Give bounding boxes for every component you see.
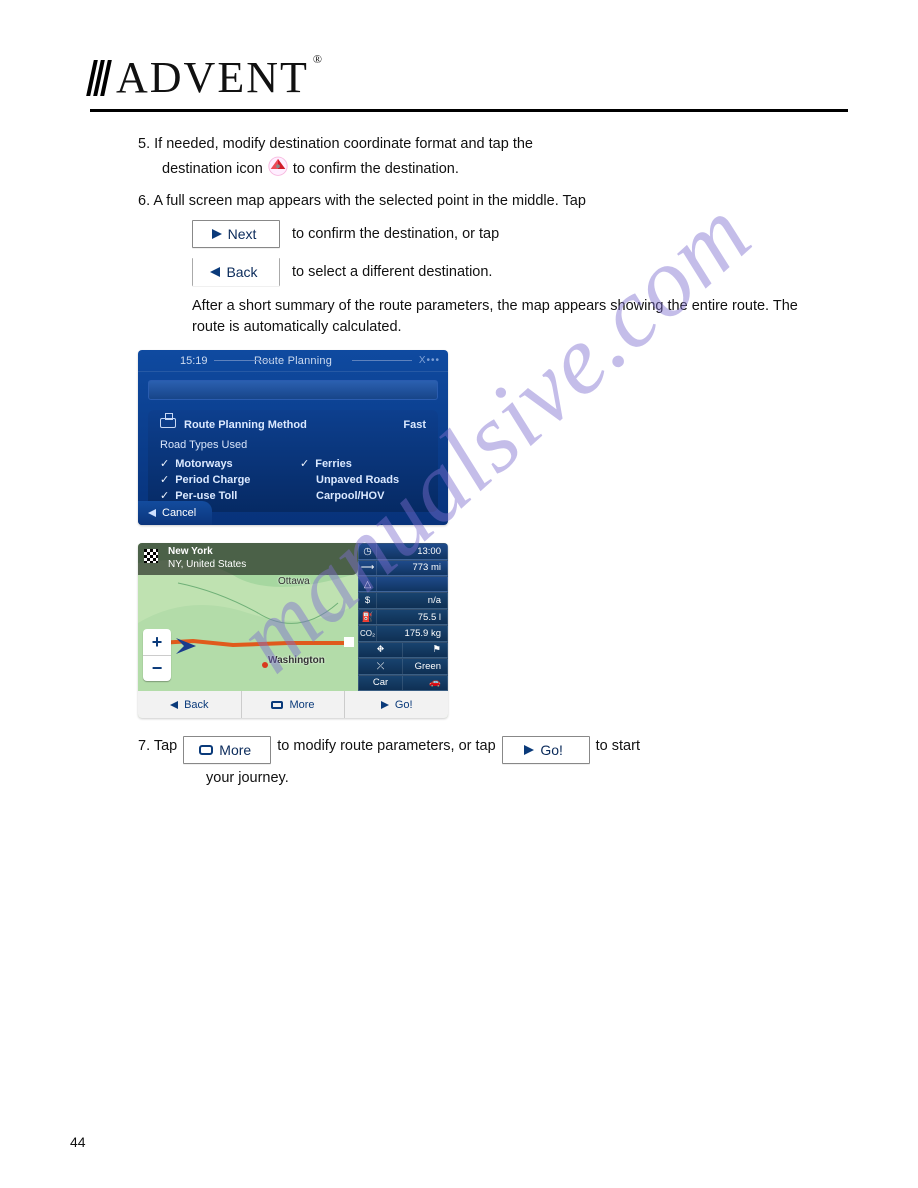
go-button[interactable]: Go!	[502, 736, 590, 764]
scr1-method-value: Fast	[403, 419, 426, 431]
scr2-green: Green	[403, 659, 447, 673]
more-button[interactable]: More	[183, 736, 271, 764]
scr1-opt-period: Period Charge	[175, 474, 250, 486]
more-icon	[199, 745, 213, 755]
scr1-input-box[interactable]	[148, 380, 438, 400]
scr1-time: 15:19	[180, 355, 208, 367]
brand-logo: ADVENT ®	[90, 52, 848, 103]
step7-text-a: 7. Tap	[138, 736, 177, 757]
scr1-opt-peruse: Per-use Toll	[175, 490, 237, 502]
scr2-car: Car	[359, 676, 403, 690]
scr1-opt-motorways: Motorways	[175, 458, 232, 470]
back-button[interactable]: Back	[192, 258, 280, 286]
highway-icon: ⛖	[359, 643, 403, 657]
scr1-method-label: Route Planning Method	[184, 419, 307, 431]
scr2-warn	[377, 577, 447, 591]
scr2-destination-banner: New York NY, United States	[138, 543, 358, 575]
arrow-left-icon	[210, 267, 220, 277]
step5-text-a: 5. If needed, modify destination coordin…	[138, 136, 533, 152]
arrow-right-icon	[381, 701, 389, 709]
scr2-dest-line1: New York	[168, 546, 350, 559]
scr1-opt-unpaved: Unpaved Roads	[316, 474, 399, 486]
step7-text-d: your journey.	[206, 768, 798, 789]
car-icon	[160, 418, 176, 428]
clock-icon: ◷	[359, 544, 377, 558]
more-icon	[271, 701, 283, 709]
arrow-left-icon	[148, 509, 156, 517]
scr2-fuel: 75.5 l	[377, 610, 447, 624]
step7-text-c: to start	[596, 736, 640, 757]
warning-icon: △	[359, 577, 377, 591]
divider	[90, 109, 848, 112]
more-button-label: More	[219, 740, 251, 760]
green-icon: ⤫	[359, 659, 403, 673]
step6-text-d: After a short summary of the route param…	[192, 296, 798, 338]
scr1-panel: Route Planning Method Fast Road Types Us…	[148, 410, 438, 512]
scr1-status-icons: X•••	[419, 355, 440, 366]
step6-text-c: to select a different destination.	[292, 262, 492, 283]
scr2-dest-line2: NY, United States	[168, 559, 350, 572]
checkered-flag-icon	[144, 549, 158, 563]
scr1-opt-carpool: Carpool/HOV	[316, 490, 384, 502]
car-icon: 🚗	[403, 676, 447, 690]
arrow-right-icon	[212, 229, 222, 239]
scr2-go-button[interactable]: Go!	[345, 691, 448, 718]
scr2-go-label: Go!	[395, 699, 413, 711]
scr2-co2: 175.9 kg	[377, 626, 447, 640]
scr1-opt-ferries: Ferries	[315, 458, 352, 470]
scr2-cost: n/a	[377, 593, 447, 607]
map-pin-icon	[267, 155, 289, 183]
cost-icon: $	[359, 593, 377, 607]
step5-text-c: to confirm the destination.	[293, 161, 459, 177]
zoom-in-button[interactable]: +	[143, 629, 171, 655]
arrow-right-icon	[524, 745, 534, 755]
flag-icon: ⚑	[403, 643, 447, 657]
scr2-more-button[interactable]: More	[242, 691, 346, 718]
screenshot-map-preview: New York NY, United States Ottawa Washin…	[138, 543, 448, 718]
step7-text-b: to modify route parameters, or tap	[277, 736, 495, 757]
scr2-zoom[interactable]: + −	[143, 629, 171, 681]
scr2-back-button[interactable]: Back	[138, 691, 242, 718]
scr1-cancel-label: Cancel	[162, 507, 196, 519]
go-button-label: Go!	[540, 740, 563, 760]
scr2-side-panel: ◷ 13:00 ⟶ 773 mi △ $ n/a ⛽ 75.5 l	[358, 543, 448, 691]
co2-icon: CO₂	[359, 626, 377, 640]
brand-reg: ®	[313, 52, 324, 67]
screenshot-route-planning: 15:19 Route Planning X••• Route Planning…	[138, 350, 448, 525]
arrow-left-icon	[170, 701, 178, 709]
brand-name: ADVENT	[116, 52, 309, 103]
page-number: 44	[70, 1134, 86, 1150]
fuel-icon: ⛽	[359, 610, 377, 624]
scr2-clock: 13:00	[377, 544, 447, 558]
scr1-subhead: Road Types Used	[160, 439, 426, 451]
scr2-dist: 773 mi	[377, 561, 447, 575]
scr2-more-label: More	[289, 699, 314, 711]
step6-text-b: to confirm the destination, or tap	[292, 224, 499, 245]
back-button-label: Back	[226, 262, 257, 282]
step6-text-a: 6. A full screen map appears with the se…	[138, 193, 586, 209]
scr1-cancel-button[interactable]: Cancel	[138, 501, 212, 525]
next-button[interactable]: Next	[192, 220, 280, 248]
step5-text-b: destination icon	[162, 161, 267, 177]
zoom-out-button[interactable]: −	[143, 655, 171, 681]
scr2-city-wash: Washington	[268, 655, 325, 666]
next-button-label: Next	[228, 224, 257, 244]
scr2-city-ottawa: Ottawa	[278, 576, 310, 587]
scr2-back-label: Back	[184, 699, 208, 711]
distance-icon: ⟶	[359, 561, 377, 575]
